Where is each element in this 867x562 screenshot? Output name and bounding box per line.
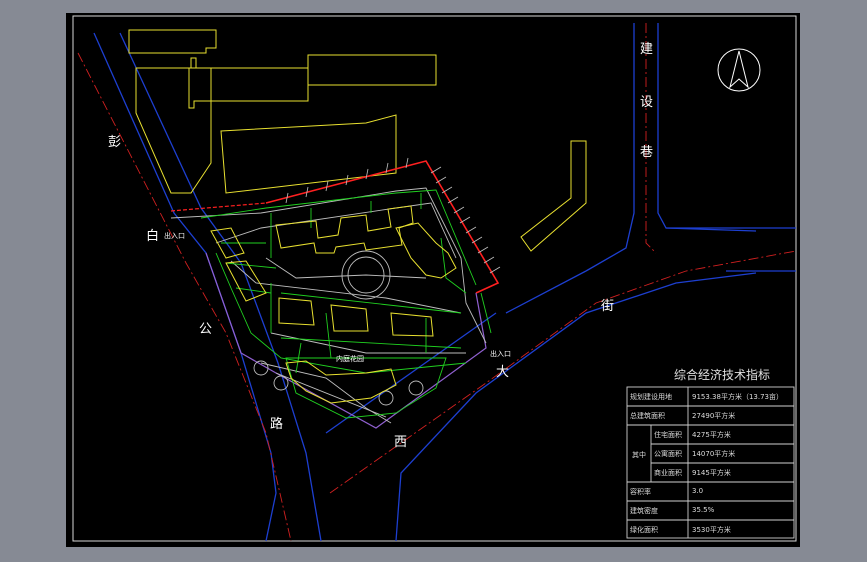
table-row-label: 规划建设用地	[630, 393, 672, 401]
table-group-label: 其中	[632, 451, 646, 459]
table-row-value: 27490平方米	[692, 412, 736, 420]
road-label-jianshe-1: 建	[640, 42, 654, 57]
table-row-value: 14070平方米	[692, 450, 736, 458]
table-row-label: 住宅面积	[654, 431, 682, 439]
road-label-bai: 白	[146, 229, 160, 244]
table-row-value: 35.5%	[692, 506, 715, 514]
table-row-value: 4275平方米	[692, 431, 731, 439]
road-label-da: 大	[496, 365, 510, 380]
table-row-label: 总建筑面积	[630, 412, 665, 420]
parking-stripes	[285, 157, 501, 274]
table-row-label: 绿化面积	[630, 526, 658, 534]
table-row-value: 9145平方米	[692, 469, 731, 477]
site-plan-drawing	[72, 15, 797, 542]
table-row-label: 建筑密度	[630, 507, 658, 515]
internal-paths	[170, 187, 487, 424]
road-label-jie: 街	[601, 299, 615, 314]
entrance-east-label: 出入口	[490, 350, 511, 358]
north-arrow-icon	[717, 48, 761, 92]
road-label-lu: 路	[270, 417, 284, 432]
surrounding-buildings	[128, 29, 587, 252]
road-label-jianshe-3: 巷	[640, 145, 654, 160]
table-row-label: 公寓面积	[654, 450, 682, 458]
road-label-jianshe-2: 设	[640, 95, 654, 110]
road-label-gong: 公	[199, 322, 213, 337]
road-label-peng: 彭	[108, 135, 122, 150]
table-row-value: 9153.38平方米（13.73亩）	[692, 393, 783, 401]
table-row-label: 容积率	[630, 488, 651, 496]
table-row-label: 商业面积	[654, 469, 682, 477]
road-label-xi: 西	[394, 435, 408, 450]
table-title: 综合经济技术指标	[674, 368, 771, 382]
inner-garden-label: 内庭花园	[336, 355, 364, 363]
drawing-frame: 建 设 巷 彭 白 公 路 西 大 街 出入口 出入口 内庭花园 综合经济技术指…	[66, 13, 800, 547]
entrance-west-label: 出入口	[164, 232, 185, 240]
green-landscape-lines	[200, 189, 492, 419]
table-row-value: 3.0	[692, 487, 704, 495]
table-row-value: 3530平方米	[692, 526, 731, 534]
